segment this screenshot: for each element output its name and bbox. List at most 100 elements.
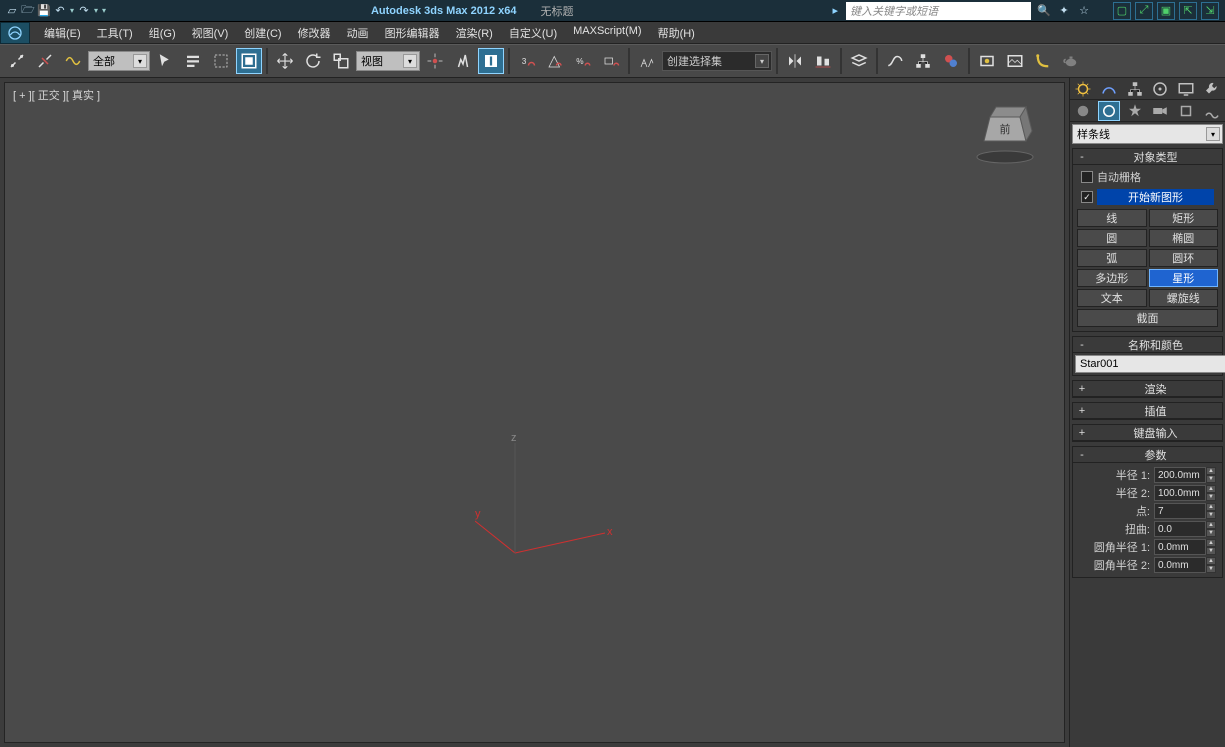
shape-ellipse-button[interactable]: 椭圆 xyxy=(1149,229,1219,247)
redo-history-arrow[interactable]: ▾ xyxy=(92,3,100,19)
pivot-center-icon[interactable] xyxy=(422,48,448,74)
menu-rendering[interactable]: 渲染(R) xyxy=(450,23,499,43)
shape-line-button[interactable]: 线 xyxy=(1077,209,1147,227)
rollout-head-interpolation[interactable]: + 插值 xyxy=(1073,403,1222,419)
sub-shapes-icon[interactable] xyxy=(1098,101,1120,121)
window-crossing-icon[interactable] xyxy=(236,48,262,74)
sub-geometry-icon[interactable] xyxy=(1072,101,1094,121)
shape-donut-button[interactable]: 圆环 xyxy=(1149,249,1219,267)
save-icon[interactable]: 💾 xyxy=(36,3,52,19)
tab-utilities-icon[interactable] xyxy=(1201,79,1223,99)
move-icon[interactable] xyxy=(272,48,298,74)
tab-modify-icon[interactable] xyxy=(1098,79,1120,99)
rollout-head-name-color[interactable]: - 名称和颜色 xyxy=(1073,337,1222,353)
menu-views[interactable]: 视图(V) xyxy=(186,23,235,43)
shape-star-button[interactable]: 星形 xyxy=(1149,269,1219,287)
angle-snap-icon[interactable] xyxy=(542,48,568,74)
ref-coord-dropdown[interactable]: 视图 ▾ xyxy=(356,51,420,71)
shape-helix-button[interactable]: 螺旋线 xyxy=(1149,289,1219,307)
select-object-icon[interactable] xyxy=(152,48,178,74)
viewport-expand-icon[interactable]: ⤢ xyxy=(1135,2,1153,20)
search-icon[interactable]: 🔍 xyxy=(1035,2,1053,20)
schematic-view-icon[interactable] xyxy=(910,48,936,74)
keyboard-shortcut-override-icon[interactable] xyxy=(478,48,504,74)
shape-text-button[interactable]: 文本 xyxy=(1077,289,1147,307)
fillet2-input[interactable] xyxy=(1154,557,1206,573)
favorites-icon[interactable]: ☆ xyxy=(1075,2,1093,20)
curve-editor-icon[interactable] xyxy=(882,48,908,74)
rect-select-icon[interactable] xyxy=(208,48,234,74)
bind-spacewarp-icon[interactable] xyxy=(60,48,86,74)
help-chevron-icon[interactable]: ▸ xyxy=(832,4,842,17)
align-icon[interactable] xyxy=(810,48,836,74)
rollout-head-keyboard-entry[interactable]: + 键盘输入 xyxy=(1073,425,1222,441)
render-setup-icon[interactable] xyxy=(974,48,1000,74)
named-sel-edit-icon[interactable] xyxy=(634,48,660,74)
manipulate-icon[interactable] xyxy=(450,48,476,74)
distortion-input[interactable] xyxy=(1154,521,1206,537)
spinner[interactable]: ▲▼ xyxy=(1206,557,1216,573)
sub-cameras-icon[interactable] xyxy=(1149,101,1171,121)
sub-lights-icon[interactable] xyxy=(1124,101,1146,121)
tab-motion-icon[interactable] xyxy=(1149,79,1171,99)
axis-gizmo[interactable]: x y z xyxy=(475,433,615,573)
open-icon[interactable]: 🗁 xyxy=(20,3,36,19)
object-name-input[interactable] xyxy=(1075,355,1225,373)
named-selection-dropdown[interactable]: 创建选择集 ▾ xyxy=(662,51,772,71)
rendered-frame-icon[interactable] xyxy=(1002,48,1028,74)
viewport-swap-icon[interactable]: ▣ xyxy=(1157,2,1175,20)
shape-ngon-button[interactable]: 多边形 xyxy=(1077,269,1147,287)
menu-maxscript[interactable]: MAXScript(M) xyxy=(567,23,647,43)
undo-history-arrow[interactable]: ▾ xyxy=(68,3,76,19)
material-editor-icon[interactable] xyxy=(938,48,964,74)
menu-help[interactable]: 帮助(H) xyxy=(652,23,701,43)
snap-toggle-icon[interactable]: 3 xyxy=(514,48,540,74)
menu-edit[interactable]: 编辑(E) xyxy=(38,23,87,43)
viewport-out-icon[interactable]: ⇱ xyxy=(1179,2,1197,20)
menu-customize[interactable]: 自定义(U) xyxy=(503,23,563,43)
spinner[interactable]: ▲▼ xyxy=(1206,503,1216,519)
sub-helpers-icon[interactable] xyxy=(1175,101,1197,121)
select-by-name-icon[interactable] xyxy=(180,48,206,74)
menu-graph-editors[interactable]: 图形编辑器 xyxy=(379,23,446,43)
spinner[interactable]: ▲▼ xyxy=(1206,467,1216,483)
points-input[interactable] xyxy=(1154,503,1206,519)
shape-section-button[interactable]: 截面 xyxy=(1077,309,1218,327)
mirror-icon[interactable] xyxy=(782,48,808,74)
unlink-icon[interactable] xyxy=(32,48,58,74)
radius2-input[interactable] xyxy=(1154,485,1206,501)
checkbox-icon[interactable] xyxy=(1081,171,1093,183)
shape-rectangle-button[interactable]: 矩形 xyxy=(1149,209,1219,227)
spinner[interactable]: ▲▼ xyxy=(1206,539,1216,555)
comm-center-icon[interactable]: ✦ xyxy=(1055,2,1073,20)
app-menu-button[interactable] xyxy=(0,22,30,44)
scale-icon[interactable] xyxy=(328,48,354,74)
checkbox-icon[interactable] xyxy=(1081,191,1093,203)
menu-modifiers[interactable]: 修改器 xyxy=(292,23,337,43)
menu-tools[interactable]: 工具(T) xyxy=(91,23,139,43)
menu-animation[interactable]: 动画 xyxy=(341,23,375,43)
shape-circle-button[interactable]: 圆 xyxy=(1077,229,1147,247)
spinner-snap-icon[interactable] xyxy=(598,48,624,74)
shape-category-dropdown[interactable]: 样条线 ▾ xyxy=(1072,124,1223,144)
radius1-input[interactable] xyxy=(1154,467,1206,483)
rotate-icon[interactable] xyxy=(300,48,326,74)
viewcube[interactable]: 前 xyxy=(970,99,1040,169)
select-link-icon[interactable] xyxy=(4,48,30,74)
tab-display-icon[interactable] xyxy=(1175,79,1197,99)
redo-icon[interactable]: ↷ xyxy=(76,3,92,19)
spinner[interactable]: ▲▼ xyxy=(1206,521,1216,537)
rollout-head-object-type[interactable]: - 对象类型 xyxy=(1073,149,1222,165)
selection-filter-dropdown[interactable]: 全部 ▾ xyxy=(88,51,150,71)
rollout-head-rendering[interactable]: + 渲染 xyxy=(1073,381,1222,397)
rollout-head-parameters[interactable]: - 参数 xyxy=(1073,447,1222,463)
menu-create[interactable]: 创建(C) xyxy=(238,23,287,43)
help-search-input[interactable]: 键入关键字或短语 xyxy=(846,2,1031,20)
viewport-in-icon[interactable]: ⇲ xyxy=(1201,2,1219,20)
tab-hierarchy-icon[interactable] xyxy=(1124,79,1146,99)
sub-systems-icon[interactable] xyxy=(1201,101,1223,121)
layer-manager-icon[interactable] xyxy=(846,48,872,74)
shape-arc-button[interactable]: 弧 xyxy=(1077,249,1147,267)
autogrid-checkbox-row[interactable]: 自动栅格 xyxy=(1075,167,1220,187)
undo-icon[interactable]: ↶ xyxy=(52,3,68,19)
